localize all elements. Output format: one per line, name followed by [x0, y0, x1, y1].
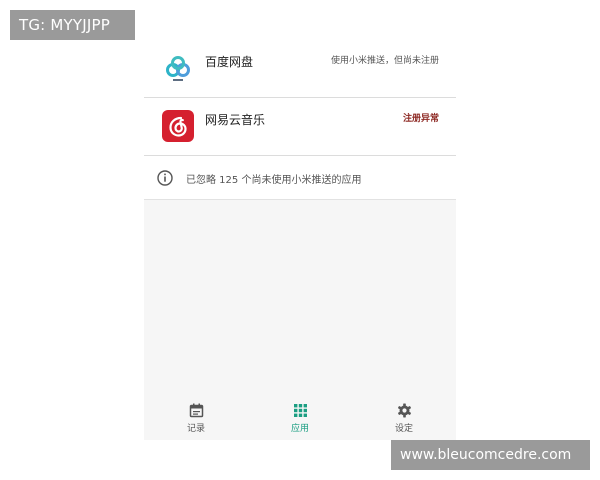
nav-label: 记录	[186, 424, 205, 434]
calendar-icon	[189, 403, 204, 418]
ignored-apps-notice[interactable]: 已忽略 125 个尚未使用小米推送的应用	[144, 156, 456, 200]
app-name: 百度网盘	[205, 55, 254, 69]
nav-tab-history[interactable]: 记录	[166, 403, 226, 435]
watermark-site: www.bleucomcedre.com	[391, 440, 590, 470]
grid-icon	[293, 403, 308, 418]
nav-label-active: 应用	[290, 424, 309, 434]
bottom-navigation: 记录 应用 设定	[144, 395, 456, 440]
watermark-tag: TG: MYYJJPP	[10, 10, 135, 40]
baidu-netdisk-icon	[162, 52, 194, 84]
nav-label: 设定	[394, 424, 413, 434]
info-icon	[156, 169, 174, 187]
app-name: 网易云音乐	[205, 113, 266, 127]
app-status-error: 注册异常	[402, 114, 439, 124]
app-status: 使用小米推送，但尚未注册	[330, 56, 439, 66]
ignored-apps-text: 已忽略 125 个尚未使用小米推送的应用	[186, 175, 362, 186]
app-row-netease-cloud-music[interactable]: 网易云音乐 注册异常	[144, 98, 456, 156]
phone-screen: 百度网盘 使用小米推送，但尚未注册 网易云音乐 注册异常 已忽略 125 个尚未…	[144, 40, 456, 440]
gear-icon	[397, 403, 412, 418]
nav-tab-settings[interactable]: 设定	[374, 403, 434, 435]
netease-cloud-music-icon	[162, 110, 194, 142]
app-row-baidu-netdisk[interactable]: 百度网盘 使用小米推送，但尚未注册	[144, 40, 456, 98]
nav-tab-apps[interactable]: 应用	[270, 403, 330, 435]
